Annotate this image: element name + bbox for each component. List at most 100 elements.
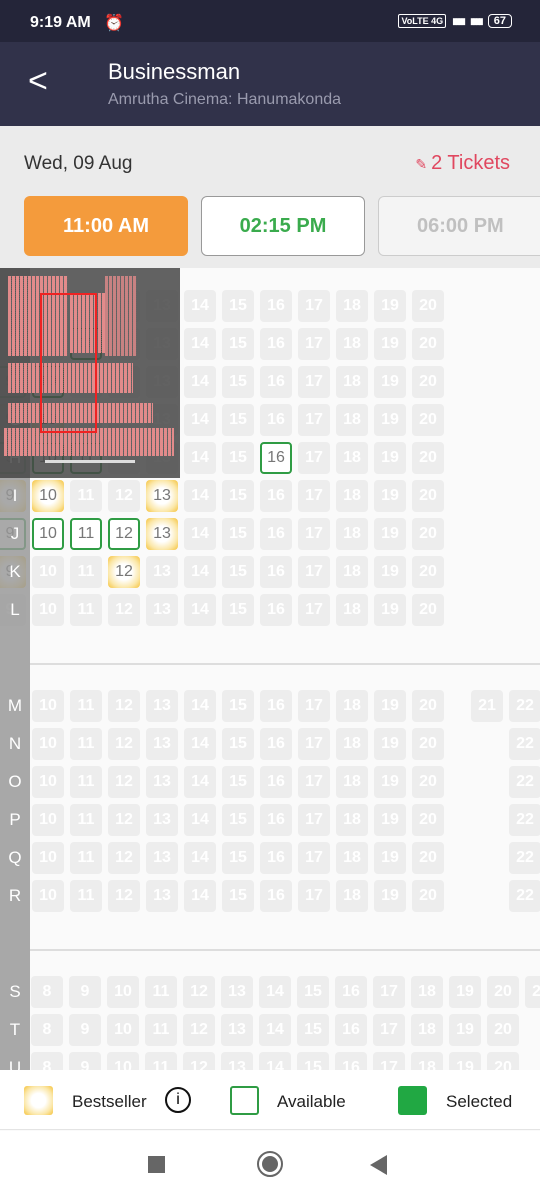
seat-I13[interactable]: 13: [146, 480, 178, 512]
seat-O18: 18: [336, 766, 368, 798]
back-nav-icon[interactable]: [370, 1155, 387, 1175]
seat-S10: 10: [107, 976, 139, 1008]
seat-J18: 18: [336, 518, 368, 550]
seat-S13: 13: [221, 976, 253, 1008]
seat-M13: 13: [146, 690, 178, 722]
showtime-0600[interactable]: 06:00 PM: [378, 196, 540, 256]
section-divider: [30, 949, 540, 951]
seat-I19: 19: [374, 480, 406, 512]
row-label-S: S: [9, 982, 21, 1001]
seat-D17: 17: [298, 290, 330, 322]
seat-L10: 10: [32, 594, 64, 626]
seat-M19: 19: [374, 690, 406, 722]
back-button[interactable]: <: [28, 62, 48, 101]
seat-J13[interactable]: 13: [146, 518, 178, 550]
showtime-0215[interactable]: 02:15 PM: [201, 196, 365, 256]
recents-icon[interactable]: [148, 1156, 165, 1173]
seat-K16: 16: [260, 556, 292, 588]
minimap-viewport[interactable]: [40, 293, 97, 433]
seat-T11: 11: [145, 1014, 177, 1046]
seat-I10[interactable]: 10: [32, 480, 64, 512]
date-bar: Wed, 09 Aug ✎ 2 Tickets 11:00 AM 02:15 PM…: [0, 126, 540, 268]
seat-J12[interactable]: 12: [108, 518, 140, 550]
seat-T20: 20: [487, 1014, 519, 1046]
section-divider: [30, 663, 540, 665]
seat-D15: 15: [222, 290, 254, 322]
seat-T8: 8: [31, 1014, 63, 1046]
home-icon[interactable]: [257, 1151, 283, 1177]
seat-N20: 20: [412, 728, 444, 760]
seat-L19: 19: [374, 594, 406, 626]
seat-P15: 15: [222, 804, 254, 836]
seat-Q13: 13: [146, 842, 178, 874]
seat-N22: 22: [509, 728, 540, 760]
seat-T12: 12: [183, 1014, 215, 1046]
seat-M21: 21: [471, 690, 503, 722]
seat-T17: 17: [373, 1014, 405, 1046]
seat-K11: 11: [70, 556, 102, 588]
seat-P13: 13: [146, 804, 178, 836]
seat-minimap[interactable]: [0, 268, 180, 478]
row-label-J: J: [10, 524, 20, 543]
row-label-U: U: [8, 1058, 22, 1070]
info-icon[interactable]: i: [165, 1087, 191, 1113]
status-bar: 9:19 AM ⏰ VoLTE 4G ▮▮▮▮ ▮▮▮▮ 67: [0, 0, 540, 42]
seat-G18: 18: [336, 404, 368, 436]
legend-bestseller: Bestseller: [72, 1092, 147, 1111]
seat-K12[interactable]: 12: [108, 556, 140, 588]
seat-P19: 19: [374, 804, 406, 836]
seat-R10: 10: [32, 880, 64, 912]
seat-Q12: 12: [108, 842, 140, 874]
seat-H16[interactable]: 16: [260, 442, 292, 474]
system-nav-bar: [0, 1131, 540, 1200]
seat-M16: 16: [260, 690, 292, 722]
seat-S21: 21: [525, 976, 540, 1008]
seat-G16: 16: [260, 404, 292, 436]
seat-S9: 9: [69, 976, 101, 1008]
seat-T19: 19: [449, 1014, 481, 1046]
network-type: VoLTE 4G: [398, 14, 447, 28]
seat-U13: 13: [221, 1052, 253, 1070]
seat-I12: 12: [108, 480, 140, 512]
seat-R20: 20: [412, 880, 444, 912]
seat-Q15: 15: [222, 842, 254, 874]
seat-O19: 19: [374, 766, 406, 798]
selected-swatch: [398, 1086, 427, 1115]
seat-O10: 10: [32, 766, 64, 798]
seat-T10: 10: [107, 1014, 139, 1046]
seat-J11[interactable]: 11: [70, 518, 102, 550]
show-date: Wed, 09 Aug: [24, 153, 133, 174]
seat-D14: 14: [184, 290, 216, 322]
seat-F17: 17: [298, 366, 330, 398]
seat-I17: 17: [298, 480, 330, 512]
seat-M10: 10: [32, 690, 64, 722]
seat-I15: 15: [222, 480, 254, 512]
showtime-1100[interactable]: 11:00 AM: [24, 196, 188, 256]
seat-J10[interactable]: 10: [32, 518, 64, 550]
seat-E19: 19: [374, 328, 406, 360]
seat-D20: 20: [412, 290, 444, 322]
seat-K13: 13: [146, 556, 178, 588]
seat-S18: 18: [411, 976, 443, 1008]
minimap-block: [105, 276, 137, 356]
seat-S16: 16: [335, 976, 367, 1008]
seat-N18: 18: [336, 728, 368, 760]
seat-P18: 18: [336, 804, 368, 836]
row-label-M: M: [7, 696, 23, 715]
row-label-L: L: [10, 600, 20, 619]
seat-K15: 15: [222, 556, 254, 588]
seat-N15: 15: [222, 728, 254, 760]
seat-Q20: 20: [412, 842, 444, 874]
seat-map[interactable]: 9101112131415161718192091011121314151617…: [0, 268, 540, 1070]
seat-M22: 22: [509, 690, 540, 722]
seat-N14: 14: [184, 728, 216, 760]
seat-H15: 15: [222, 442, 254, 474]
seat-U16: 16: [335, 1052, 367, 1070]
minimap-screen: [45, 460, 135, 463]
seat-M15: 15: [222, 690, 254, 722]
bestseller-swatch: [24, 1086, 53, 1115]
seat-N11: 11: [70, 728, 102, 760]
tickets-button[interactable]: ✎ 2 Tickets: [415, 152, 510, 175]
seat-U19: 19: [449, 1052, 481, 1070]
signal-icon-2: ▮▮▮▮: [469, 15, 484, 26]
